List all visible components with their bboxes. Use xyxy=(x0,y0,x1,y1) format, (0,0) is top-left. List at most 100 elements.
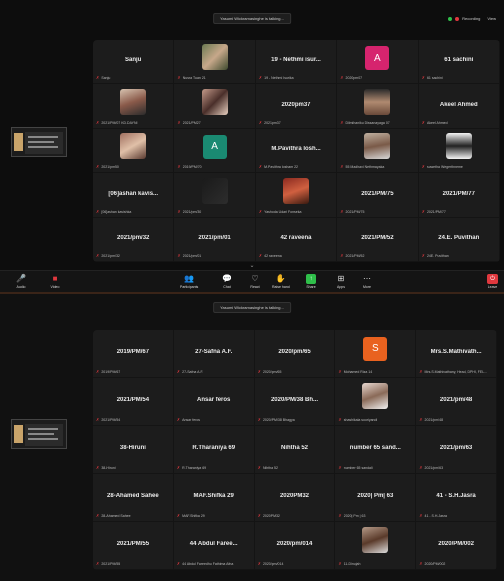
participant-tile[interactable]: 2020| Pm| 63 ✗ 2020| Pm | 63 xyxy=(335,474,417,522)
mic-muted-icon: ✗ xyxy=(96,76,100,81)
participant-name-label: ✗ 41 - S.H.Jasra xyxy=(419,514,447,518)
participant-name-label: ✗ 42 raveena xyxy=(258,254,282,258)
participant-tile[interactable]: 2021/PM/77 ✗ 2021/PM/77 xyxy=(418,173,500,218)
shared-screen-thumbnail[interactable] xyxy=(11,127,67,157)
participant-tile[interactable]: ✗ 11-Dinujah xyxy=(335,522,417,570)
participant-tile[interactable]: A ✗ 2019/PM/70 xyxy=(174,128,256,174)
shared-screen-thumbnail[interactable] xyxy=(11,419,67,449)
participant-tile[interactable]: M.Pavithra losh... ✗ M.Pavithra losham 22 xyxy=(255,128,338,174)
participant-tile[interactable]: ✗ Dilmihaniku Dissanayaga 07 xyxy=(337,84,419,129)
participant-name-label: ✗ 61 sachini xyxy=(421,76,443,81)
participant-name-label: ✗ number 65 sandali xyxy=(338,466,373,470)
more-button[interactable]: ⋯ More xyxy=(362,274,372,290)
participant-name-label: ✗ 2020PM32 xyxy=(257,514,280,518)
participant-name-label: ✗ 2019/PM/67 xyxy=(96,370,121,374)
mic-muted-icon: ✗ xyxy=(96,209,100,214)
participant-tile[interactable]: 2021/pm/48 ✗ 2021/pm/48 xyxy=(416,378,497,426)
audio-button[interactable]: 🎤 Audio xyxy=(16,274,26,290)
active-speaker-banner: Yasumi Wickramasinghe is talking... xyxy=(213,302,291,313)
participant-name-label: ✗ 38-Hiruni xyxy=(96,466,116,470)
mic-muted-icon: ✗ xyxy=(96,514,100,518)
mic-muted-icon: ✗ xyxy=(176,466,181,470)
participant-tile[interactable]: 2021/PM/75 ✗ 2021/PM/75 xyxy=(337,173,419,218)
participant-tile[interactable]: 2020/PM/38 Bh... ✗ 2020/PM/38 Bhagya xyxy=(254,378,336,426)
participant-tile[interactable]: 2020pm37 ✗ 2021pm37 xyxy=(255,84,338,129)
participant-tile[interactable]: ✗ 55 Madhavi Nethmayaka xyxy=(337,128,419,174)
participant-tile[interactable]: 28-Ahamed Sahee ✗ 28-Ahamed Sahee xyxy=(93,474,174,522)
react-button[interactable]: ♡ React xyxy=(250,274,260,290)
raise-hand-icon: ✋ xyxy=(275,274,286,283)
participant-tile[interactable]: 2019/PM/67 ✗ 2019/PM/67 xyxy=(93,330,174,378)
mic-muted-icon: ✗ xyxy=(257,370,261,374)
participant-display-name: 2020/pm/014 xyxy=(276,540,313,547)
participant-tile[interactable]: Sanju ✗ Sanju xyxy=(93,40,175,85)
participant-tile[interactable]: 24.E. Puvithan ✗ 24E. Puvithan xyxy=(418,217,500,262)
chat-button[interactable]: 💬 Chat xyxy=(222,274,232,290)
share-button[interactable]: ↑ Share xyxy=(306,274,316,289)
participant-tile[interactable]: 2020/PM/002 ✗ 2020/PM/002 xyxy=(416,522,497,570)
participant-tile[interactable]: Nihtha 52 ✗ Nihtha 52 xyxy=(254,426,336,474)
participant-avatar-letter: S xyxy=(363,336,388,361)
participant-name-label: ✗ 2020/pm/65 xyxy=(257,370,282,374)
participant-display-name: 2021/PM/55 xyxy=(116,540,150,547)
participant-name-label: ✗ 2021/pm50 xyxy=(96,165,119,170)
participant-tile[interactable]: [06]ashan kavis... ✗ [06]ashan kavishka xyxy=(93,173,175,218)
participant-tile[interactable]: 2021/PM/52 ✗ 2021/PM/52 xyxy=(337,217,419,262)
participant-tile[interactable]: 38-Hiruni ✗ 38-Hiruni xyxy=(93,426,174,474)
participant-tile[interactable]: 2020/pm/65 ✗ 2020/pm/65 xyxy=(254,330,336,378)
participant-tile[interactable]: 2020PM32 ✗ 2020PM32 xyxy=(254,474,336,522)
participant-tile[interactable]: 2021/pm/01 ✗ 2021/pm/01 xyxy=(174,217,256,262)
participant-tile[interactable]: ✗ suwetha Wegerthneme xyxy=(418,128,500,174)
participant-tile[interactable]: R.Tharaniya 69 ✗ R.Tharaniya 69 xyxy=(173,426,255,474)
participant-tile[interactable]: Akeel Ahmed ✗ Akeel Ahmed xyxy=(418,84,500,129)
leave-button[interactable]: ⏻ Leave xyxy=(487,274,498,289)
participant-display-name: 2020/PM/38 Bh... xyxy=(270,396,318,403)
participant-tile[interactable]: 19 - Nethmi isur... ✗ 19 - Nethmi Isurika xyxy=(255,40,338,85)
participant-tile[interactable]: ✗ Yashoda Udari Fonseka xyxy=(255,173,338,218)
participant-tile[interactable]: 27-Safna A.F. ✗ 27-Safna A.F. xyxy=(173,330,255,378)
video-button[interactable]: ■ Video xyxy=(50,274,60,290)
participant-tile[interactable]: 2021/PM/54 ✗ 2021/PM/54 xyxy=(93,378,174,426)
participant-tile[interactable]: 2021/pm/32 ✗ 2021/pm/32 xyxy=(93,217,175,262)
participant-photo xyxy=(120,133,147,160)
participant-display-name: 2021/pm/63 xyxy=(439,444,473,451)
apps-button[interactable]: ⊞ Apps xyxy=(336,274,346,290)
participants-button[interactable]: 👥 Participants xyxy=(180,274,198,290)
participant-tile[interactable]: A ✗ 2020pm07 xyxy=(337,40,419,85)
participant-name-label: ✗ Akeel Ahmed xyxy=(421,120,448,125)
mic-muted-icon: ✗ xyxy=(338,466,342,470)
mic-muted-icon: ✗ xyxy=(96,466,100,470)
mic-muted-icon: ✗ xyxy=(421,165,425,170)
participant-tile[interactable]: MAF.Shifka 29 ✗ MAF.Shifka 29 xyxy=(173,474,255,522)
participant-photo xyxy=(364,133,391,160)
participant-name-label: ✗ Nusra Tuan 21 xyxy=(177,76,206,81)
participant-tile[interactable]: Ansar feros ✗ Ansar feros xyxy=(173,378,255,426)
participant-tile[interactable]: 2021/pm/63 ✗ 2021/pm/63 xyxy=(416,426,497,474)
participant-tile[interactable]: Mrs.S.Mathivath... ✗ Mrs.S.Mathivathany, H… xyxy=(416,330,497,378)
participant-tile[interactable]: ✗ 2021/pm50 xyxy=(93,128,175,174)
participant-tile[interactable]: ✗ Nusra Tuan 21 xyxy=(174,40,256,85)
participant-photo xyxy=(120,88,147,115)
mic-muted-icon: ✗ xyxy=(257,514,261,518)
participant-tile[interactable]: ✗ 2021/PM/07 KD.DAYNI xyxy=(93,84,175,129)
participant-tile[interactable]: ✗ 2021/PM27 xyxy=(174,84,256,129)
participant-photo xyxy=(282,177,309,204)
security-shield-icon[interactable] xyxy=(448,16,453,21)
participant-tile[interactable]: ✗ 2021/pm/30 xyxy=(174,173,256,218)
participant-tile[interactable]: S ✗ Mohamed Riza 14 xyxy=(335,330,417,378)
view-button[interactable]: View xyxy=(487,16,496,21)
participant-tile[interactable]: number 65 sand... ✗ number 65 sandali xyxy=(335,426,417,474)
participant-tile[interactable]: ✗ shashikala sooriyandi xyxy=(335,378,417,426)
participant-tile[interactable]: 2020/pm/014 ✗ 2020/pm/014 xyxy=(254,522,336,570)
participant-gallery: 2019/PM/67 ✗ 2019/PM/67 27-Safna A.F. ✗ 27-Sa… xyxy=(93,330,497,570)
participant-tile[interactable]: 2021/PM/55 ✗ 2021/PM/55 xyxy=(93,522,174,570)
gallery-page-down-icon[interactable]: ⌄ xyxy=(249,262,254,269)
raise-hand-button[interactable]: ✋ Raise hand xyxy=(272,274,290,290)
participant-tile[interactable]: 61 sachini ✗ 61 sachini xyxy=(418,40,500,85)
react-icon: ♡ xyxy=(251,274,259,283)
participant-tile[interactable]: 42 raveena ✗ 42 raveena xyxy=(255,217,338,262)
participant-display-name: 27-Safna A.F. xyxy=(195,348,233,355)
participant-name-label: ✗ 2021/PM27 xyxy=(177,120,201,125)
participant-tile[interactable]: 41 - S.H.Jasra ✗ 41 - S.H.Jasra xyxy=(416,474,497,522)
participant-tile[interactable]: 44 Abdul Faree... ✗ 44 Abdul Fareedhu Fath… xyxy=(173,522,255,570)
